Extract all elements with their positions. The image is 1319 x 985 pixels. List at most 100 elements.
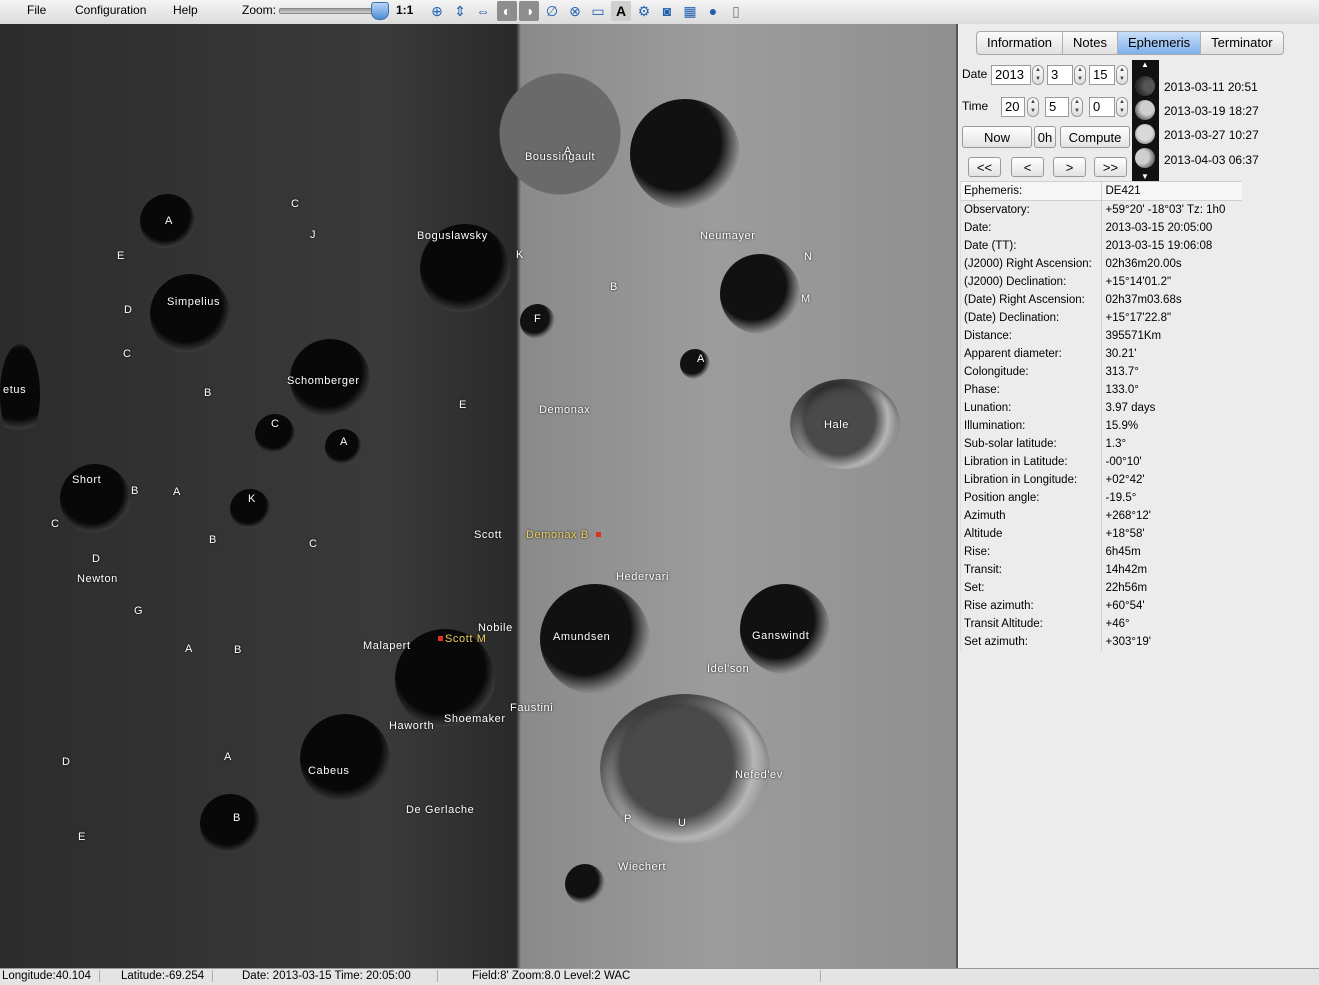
row-key: Phase: — [961, 381, 1102, 399]
table-row: Set azimuth: +303°19' — [961, 633, 1242, 651]
map-letter: M — [801, 293, 811, 305]
first-quarter-icon — [1135, 100, 1155, 120]
phase-date[interactable]: 2013-04-03 06:37 — [1164, 153, 1259, 167]
second-field[interactable]: 0 — [1089, 97, 1115, 117]
map-letter: F — [534, 313, 542, 325]
year-stepper[interactable]: ▲ ▼ — [1032, 65, 1044, 85]
now-button[interactable]: Now — [962, 126, 1032, 148]
row-key: Transit: — [961, 561, 1102, 579]
month-stepper[interactable]: ▲ ▼ — [1074, 65, 1086, 85]
row-key: Distance: — [961, 327, 1102, 345]
calendar-icon[interactable]: ▦ — [680, 1, 700, 21]
table-header: Ephemeris: DE421 — [961, 181, 1242, 201]
row-value: +02°42' — [1105, 474, 1145, 486]
map-letter: D — [92, 553, 101, 565]
phase-date[interactable]: 2013-03-27 10:27 — [1164, 128, 1259, 142]
row-key: Sub-solar latitude: — [961, 435, 1102, 453]
scroll-up-icon[interactable]: ▲ — [1141, 60, 1149, 69]
map-label: Schomberger — [287, 375, 360, 387]
header-value: DE421 — [1105, 185, 1141, 197]
second-stepper[interactable]: ▲ ▼ — [1116, 97, 1128, 117]
crater — [565, 864, 605, 904]
table-row: Colongitude: 313.7° — [961, 363, 1242, 381]
map-letter: N — [804, 251, 813, 263]
row-value: 1.3° — [1105, 438, 1127, 450]
scroll-down-icon[interactable]: ▼ — [1141, 172, 1149, 181]
row-key: Date (TT): — [961, 237, 1102, 255]
menu-file[interactable]: File — [27, 3, 46, 17]
minute-stepper[interactable]: ▲ ▼ — [1071, 97, 1083, 117]
nav-prev-button[interactable]: < — [1011, 157, 1044, 177]
ruler-icon[interactable]: ▭ — [588, 1, 608, 21]
nav-first-button[interactable]: << — [968, 157, 1001, 177]
table-row: Date (TT): 2013-03-15 19:06:08 — [961, 237, 1242, 255]
marker-dot — [596, 532, 601, 537]
row-value: -19.5° — [1105, 492, 1137, 504]
zoom-label: Zoom: — [242, 3, 277, 17]
settings-gear-icon[interactable]: ⚙ — [634, 1, 654, 21]
compute-button[interactable]: Compute — [1060, 126, 1130, 148]
zero-hour-button[interactable]: 0h — [1034, 126, 1056, 148]
row-key: Set: — [961, 579, 1102, 597]
table-row: Position angle: -19.5° — [961, 489, 1242, 507]
moon-phase-icon[interactable]: ◑ — [519, 1, 539, 21]
map-letter: A — [165, 215, 173, 227]
minute-field[interactable]: 5 — [1045, 97, 1069, 117]
label-text-icon[interactable]: A — [611, 1, 631, 21]
row-value: 22h56m — [1105, 582, 1148, 594]
menu-help[interactable]: Help — [173, 3, 198, 17]
map-letter: B — [233, 812, 241, 824]
map-label: Nefed'ev — [735, 769, 783, 781]
full-moon-icon — [1135, 124, 1155, 144]
map-label: Wiechert — [618, 861, 667, 873]
crater — [680, 349, 710, 379]
tab-information[interactable]: Information — [977, 32, 1064, 54]
nav-last-button[interactable]: >> — [1094, 157, 1127, 177]
day-field[interactable]: 15 — [1089, 65, 1115, 85]
map-letter: E — [78, 831, 86, 843]
camera-icon[interactable]: ◙ — [657, 1, 677, 21]
phase-date[interactable]: 2013-03-19 18:27 — [1164, 104, 1259, 118]
lunar-map-view[interactable]: Boussingault A Boguslawsky Neumayer Simp… — [0, 24, 958, 968]
flip-vertical-icon[interactable]: ⇕ — [450, 1, 470, 21]
tab-notes[interactable]: Notes — [1063, 32, 1119, 54]
zoom-slider-thumb[interactable] — [371, 2, 389, 20]
table-row: Sub-solar latitude: 1.3° — [961, 435, 1242, 453]
table-row: Set: 22h56m — [961, 579, 1242, 597]
phase-date[interactable]: 2013-03-11 20:51 — [1164, 80, 1258, 94]
table-row: Libration in Longitude: +02°42' — [961, 471, 1242, 489]
table-row: Date: 2013-03-15 20:05:00 — [961, 219, 1242, 237]
crater — [200, 794, 260, 854]
month-field[interactable]: 3 — [1047, 65, 1073, 85]
side-panel: Information Notes Ephemeris Terminator D… — [958, 24, 1319, 968]
globe-icon[interactable]: ● — [703, 1, 723, 21]
hour-stepper[interactable]: ▲ ▼ — [1027, 97, 1039, 117]
row-key: Lunation: — [961, 399, 1102, 417]
zoom-ratio-button[interactable]: 1:1 — [396, 3, 413, 17]
ephemeris-table: Ephemeris: DE421 Observatory: +59°20' -18… — [960, 181, 1242, 651]
tab-ephemeris[interactable]: Ephemeris — [1118, 32, 1202, 54]
row-value: 3.97 days — [1105, 402, 1156, 414]
table-row: Transit Altitude: +46° — [961, 615, 1242, 633]
table-row: (J2000) Declination: +15°14'01.2" — [961, 273, 1242, 291]
hour-field[interactable]: 20 — [1001, 97, 1025, 117]
day-stepper[interactable]: ▲ ▼ — [1116, 65, 1128, 85]
earth-phase-icon[interactable]: ◐ — [497, 1, 517, 21]
phase-strip[interactable]: ▲ ▼ — [1132, 60, 1159, 182]
row-value: +46° — [1105, 618, 1130, 630]
tab-terminator[interactable]: Terminator — [1201, 32, 1282, 54]
nav-next-button[interactable]: > — [1053, 157, 1086, 177]
last-quarter-icon — [1135, 148, 1155, 168]
date-label: Date — [962, 67, 988, 81]
year-field[interactable]: 2013 — [991, 65, 1031, 85]
flip-horizontal-icon[interactable]: ⇔ — [473, 1, 493, 21]
sphere-grid-icon[interactable]: ⊗ — [565, 1, 585, 21]
table-row: Altitude +18°58' — [961, 525, 1242, 543]
menu-configuration[interactable]: Configuration — [75, 3, 146, 17]
map-label: Demonax — [539, 404, 591, 416]
globe-grid-icon[interactable]: ⊕ — [427, 1, 447, 21]
document-icon[interactable]: ▯ — [726, 1, 746, 21]
map-letter: A — [224, 751, 232, 763]
terminator-icon[interactable]: ∅ — [542, 1, 562, 21]
row-value: +15°14'01.2" — [1105, 276, 1172, 288]
